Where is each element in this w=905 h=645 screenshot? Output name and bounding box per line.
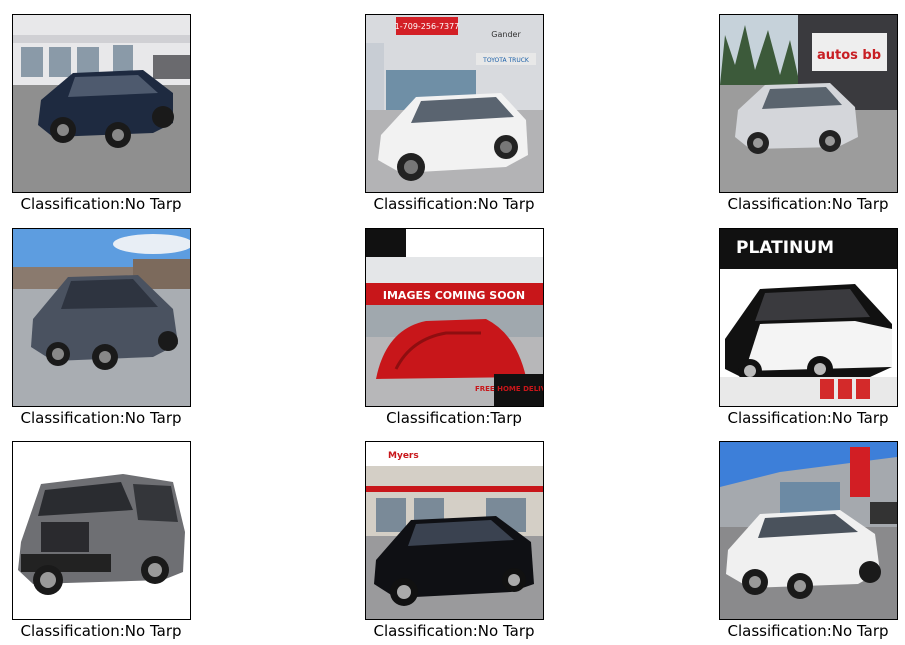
- svg-text:IMAGES COMING SOON: IMAGES COMING SOON: [383, 289, 525, 302]
- svg-text:Myers: Myers: [388, 451, 419, 461]
- classification-caption: Classification:Tarp: [386, 409, 522, 427]
- car-photo: Myers: [365, 441, 544, 620]
- car-photo: 1-709-256-7377 Gander TOYOTA TRUCK: [365, 14, 544, 193]
- svg-text:FREE HOME DELIVERY: FREE HOME DELIVERY: [475, 385, 543, 393]
- classification-caption: Classification:No Tarp: [373, 195, 535, 213]
- svg-text:PLATINUM: PLATINUM: [736, 238, 834, 258]
- classification-caption: Classification:No Tarp: [20, 409, 182, 427]
- classification-caption: Classification:No Tarp: [20, 622, 182, 640]
- svg-text:1-709-256-7377: 1-709-256-7377: [395, 22, 460, 31]
- car-photo: [12, 441, 191, 620]
- classification-caption: Classification:No Tarp: [20, 195, 182, 213]
- classification-caption: Classification:No Tarp: [727, 622, 889, 640]
- car-photo: [12, 228, 191, 407]
- car-photo: [719, 441, 898, 620]
- classification-caption: Classification:No Tarp: [373, 622, 535, 640]
- classification-caption: Classification:No Tarp: [727, 409, 889, 427]
- car-photo: PLATINUM: [719, 228, 898, 407]
- svg-text:Gander: Gander: [491, 30, 521, 39]
- svg-text:autos bb: autos bb: [817, 48, 881, 63]
- svg-text:TOYOTA TRUCK: TOYOTA TRUCK: [482, 57, 530, 64]
- car-photo: IMAGES COMING SOON FREE HOME DELIVERY: [365, 228, 544, 407]
- car-photo: autos bb: [719, 14, 898, 193]
- car-photo: [12, 14, 191, 193]
- classification-caption: Classification:No Tarp: [727, 195, 889, 213]
